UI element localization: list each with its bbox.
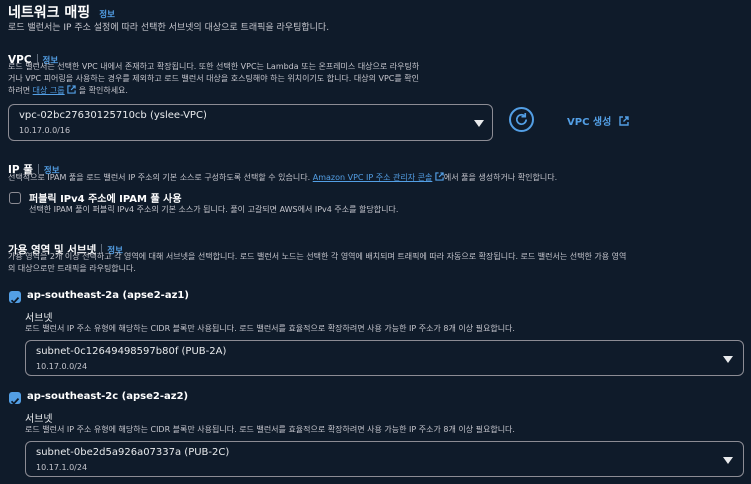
subnet-selected-value: subnet-0be2d5a926a07337a (PUB-2C) [36, 447, 230, 458]
target-group-link[interactable]: 대상 그룹 [33, 86, 65, 95]
az-zone-name: ap-southeast-2a (apse2-az1) [27, 290, 189, 301]
vpc-selected-value: vpc-02bc27630125710cb (yslee-VPC) [19, 110, 207, 121]
ipam-checkbox[interactable] [9, 192, 21, 204]
ipam-console-link[interactable]: Amazon VPC IP 주소 관리자 콘솔 [313, 173, 433, 182]
checkbox-icon [10, 397, 20, 405]
az-checkbox-1[interactable] [9, 291, 21, 304]
subnet-selected-value: subnet-0c12649498597b80f (PUB-2A) [36, 346, 227, 357]
az-description: 가용 영역을 2개 이상 선택하고 각 영역에 대해 서브넷을 선택합니다. 로… [8, 252, 627, 273]
ip-pool-description: 선택적으로 IPAM 풀을 로드 밸런서 IP 주소의 기본 소스로 구성하도록… [8, 172, 558, 182]
az-checkbox-2[interactable] [9, 392, 21, 405]
caret-down-icon [723, 356, 733, 363]
az-zone-name: ap-southeast-2c (apse2-az2) [27, 391, 189, 402]
info-link[interactable]: 정보 [99, 10, 115, 20]
subnet-cidr: 10.17.0.0/24 [36, 362, 88, 371]
vpc-description: 로드 밸런서는 선택한 VPC 내에서 존재하고 확장됩니다. 또한 선택한 V… [8, 62, 420, 95]
page-title: 네트워크 매핑 [8, 5, 91, 21]
subnet-description: 로드 밸런서 IP 주소 유형에 해당하는 CIDR 블록만 사용됩니다. 로드… [25, 425, 515, 434]
subnet-select[interactable]: subnet-0c12649498597b80f (PUB-2A) 10.17.… [25, 340, 744, 376]
refresh-button[interactable] [509, 107, 534, 132]
caret-down-icon [474, 120, 484, 127]
caret-down-icon [723, 457, 733, 464]
ipam-checkbox-label: 퍼블릭 IPv4 주소에 IPAM 풀 사용 [29, 194, 182, 205]
ipam-checkbox-description: 선택한 IPAM 풀이 퍼블릭 IPv4 주소의 기본 소스가 됩니다. 풀이 … [29, 205, 399, 214]
vpc-cidr: 10.17.0.0/16 [19, 126, 71, 135]
external-link-icon [67, 85, 76, 94]
create-vpc-link[interactable]: VPC 생성 [567, 113, 629, 128]
section-header: 네트워크 매핑 정보 [8, 2, 115, 22]
subnet-label: 서브넷 [25, 313, 53, 324]
subnet-description: 로드 밸런서 IP 주소 유형에 해당하는 CIDR 블록만 사용됩니다. 로드… [25, 324, 515, 333]
external-link-icon [435, 172, 444, 181]
subnet-select[interactable]: subnet-0be2d5a926a07337a (PUB-2C) 10.17.… [25, 441, 744, 477]
subnet-cidr: 10.17.1.0/24 [36, 463, 88, 472]
external-link-icon [619, 116, 629, 126]
refresh-icon [516, 112, 528, 125]
vpc-select[interactable]: vpc-02bc27630125710cb (yslee-VPC) 10.17.… [8, 104, 493, 141]
subnet-label: 서브넷 [25, 414, 53, 425]
section-description: 로드 밸런서는 IP 주소 설정에 따라 선택한 서브넷의 대상으로 트래픽을 … [8, 23, 330, 33]
checkbox-icon [10, 296, 20, 304]
